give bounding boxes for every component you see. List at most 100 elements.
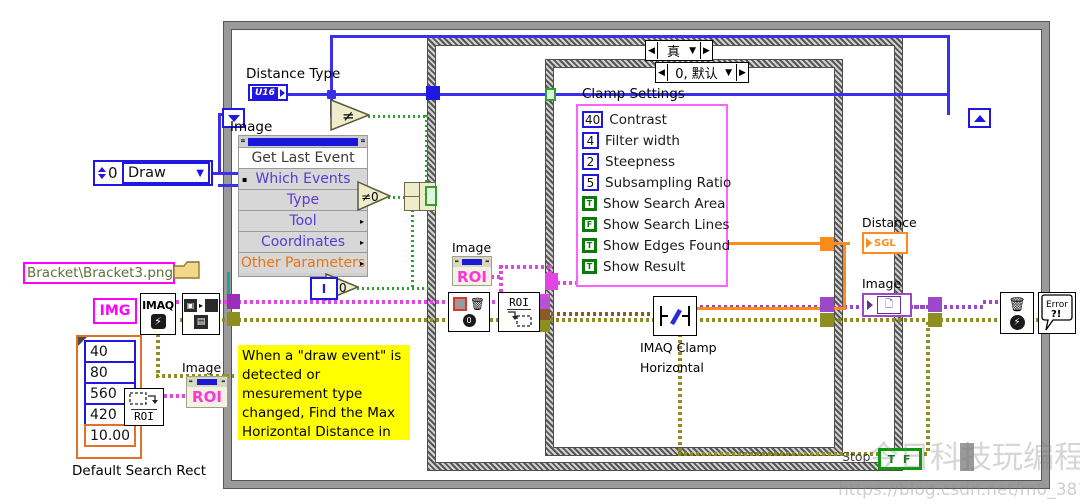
trash-icon: 🗑: [1008, 296, 1026, 313]
show-search-lines-label: Show Search Lines: [603, 216, 730, 233]
tunnel-olive-right[interactable]: [820, 313, 834, 327]
show-search-lines-toggle[interactable]: F: [582, 217, 597, 232]
contrast-label: Contrast: [609, 111, 667, 128]
event-menu-item[interactable]: Other Parameters ▸: [239, 252, 367, 273]
shift-register-right[interactable]: [968, 108, 991, 128]
subsampling-ratio-value[interactable]: 5: [582, 174, 599, 191]
clamp-settings-cluster[interactable]: 40 Contrast 4 Filter width 2 Steepness 5 Sub…: [576, 104, 731, 287]
bool-glyph: T: [584, 198, 595, 209]
tunnel-magenta-left[interactable]: [227, 294, 240, 309]
stepper-icon[interactable]: [97, 164, 107, 182]
cluster-item: T Show Search Area: [582, 193, 725, 214]
imaq-read-file-node[interactable]: ▣ ▸ ▤: [182, 293, 220, 335]
bool-glyph: F: [584, 219, 595, 230]
case-prev-arrow[interactable]: ◀: [646, 42, 658, 59]
clamp-node-caption-2: Horizontal: [640, 360, 704, 375]
file-path-text: Bracket\Bracket3.png: [27, 265, 174, 281]
array-element[interactable]: 40: [84, 340, 136, 363]
clamp-icon: [660, 306, 690, 326]
image-label-center: Image: [452, 240, 492, 255]
show-edges-found-toggle[interactable]: T: [582, 238, 597, 253]
chevron-right-icon: ▸: [359, 216, 364, 226]
imaq-text: IMAQ: [142, 299, 174, 312]
not-equal-node[interactable]: ≠: [330, 98, 372, 132]
distance-indicator[interactable]: SGL: [862, 232, 908, 254]
roi-terminal-center[interactable]: ⌗ ⌗ ROI: [452, 256, 492, 286]
case-selector-tunnel[interactable]: [425, 186, 437, 206]
event-menu-item-label: Other Parameters: [240, 255, 366, 271]
filter-width-value[interactable]: 4: [582, 132, 599, 149]
event-menu-item-label: Type: [286, 192, 320, 208]
chevron-up-icon: [973, 114, 986, 122]
roi-construct-node[interactable]: ROI: [124, 388, 164, 426]
menu-titlebar-fill: [247, 137, 359, 146]
imaq-create-node[interactable]: IMAQ ⚡: [140, 293, 176, 335]
imaq-roi-to-rect-node[interactable]: ROI: [498, 292, 540, 332]
file-path-constant[interactable]: Bracket\Bracket3.png: [23, 262, 175, 284]
tunnel-purple-right[interactable]: [820, 297, 834, 312]
tunnel-blue-outer[interactable]: [426, 86, 440, 100]
case-next-arrow[interactable]: ▶: [700, 42, 712, 59]
image-indicator[interactable]: 🗋: [862, 293, 912, 317]
img-label-constant[interactable]: IMG: [93, 298, 137, 324]
inner-case-selector[interactable]: ◀ 0, 默认 ▼ ▶: [655, 62, 749, 83]
steepness-value[interactable]: 2: [582, 153, 599, 170]
error-dialog-icon: Error ?!: [1041, 294, 1073, 331]
event-menu-item[interactable]: Tool ▸: [239, 210, 367, 231]
rect-to-roi-icon: [129, 392, 158, 405]
show-search-area-toggle[interactable]: T: [582, 196, 597, 211]
boolean-constant[interactable]: I: [310, 277, 338, 300]
not-equal-zero-node[interactable]: ≠0: [357, 180, 392, 212]
event-menu-item[interactable]: Get Last Event: [239, 147, 367, 168]
wire-roi-right: [499, 265, 551, 269]
case-label-outer: 真: [667, 45, 681, 60]
chevron-right-icon: ▸: [359, 258, 364, 268]
tunnel-orange-left[interactable]: [820, 237, 834, 251]
u16-type-badge: U16: [252, 86, 278, 99]
case-prev-arrow-inner[interactable]: ◀: [656, 64, 668, 81]
tunnel-olive-left[interactable]: [227, 312, 240, 326]
comment-text: When a "draw event" is detected or mesur…: [242, 348, 402, 440]
tunnel-magenta-outer[interactable]: [545, 273, 558, 290]
event-menu[interactable]: ⌗ ⌗ Get Last Event ▪ Which Events Type ▸…: [238, 135, 368, 277]
tunnel-olive-right2[interactable]: [928, 313, 942, 327]
distance-type-terminal[interactable]: U16: [248, 84, 288, 101]
disk-to-image-icon: ▣ ▸: [183, 299, 218, 312]
menu-grip-icon: ⌗: [241, 137, 245, 145]
svg-text:≠0: ≠0: [361, 190, 379, 204]
measurement-type-enum[interactable]: 0 Draw ▼: [93, 160, 213, 186]
disk-icon: ▤: [194, 315, 208, 329]
wire-eq0-out: [357, 287, 429, 290]
wire-error-rail: [238, 318, 1038, 322]
tunnel-purple-right2[interactable]: [928, 297, 942, 312]
case-label-inner: 0, 默认: [675, 67, 718, 82]
roi-terminal-bottom[interactable]: ⌗ ⌗ ROI: [186, 376, 228, 408]
wire-neq-down: [425, 115, 428, 187]
event-menu-item[interactable]: Coordinates ▸: [239, 231, 367, 252]
build-path-icon[interactable]: [172, 258, 202, 284]
event-menu-item[interactable]: Type ▸: [239, 189, 367, 210]
imaq-clamp-horizontal-node[interactable]: [653, 296, 697, 336]
event-menu-item[interactable]: ▪ Which Events: [239, 168, 367, 189]
cluster-item: T Show Edges Found: [582, 235, 730, 256]
terminal-arrow-icon: [279, 88, 285, 97]
case-next-arrow-inner[interactable]: ▶: [736, 64, 748, 81]
array-element[interactable]: 10.00: [84, 424, 136, 447]
case-selector-tunnel-top[interactable]: [545, 88, 556, 101]
case-dropdown-arrow[interactable]: ▼: [689, 46, 700, 56]
contrast-value[interactable]: 40: [582, 111, 604, 128]
stop-label: Stop: [842, 449, 871, 464]
img-text: IMG: [99, 303, 131, 319]
imaq-dispose-node[interactable]: 🗑 ⚡: [1000, 292, 1034, 334]
cluster-item: T Show Result: [582, 256, 722, 277]
array-element[interactable]: 80: [84, 361, 136, 384]
outer-case-selector[interactable]: ◀ 真 ▼ ▶: [645, 40, 713, 61]
simple-error-handler-node[interactable]: Error ?!: [1038, 292, 1076, 334]
chevron-down-icon[interactable]: ▼: [196, 168, 208, 179]
imaq-clear-overlay-node[interactable]: 🗑 0: [448, 292, 490, 332]
wire-image-out-right2: [908, 305, 983, 309]
show-result-toggle[interactable]: T: [582, 259, 597, 274]
clamp-node-caption-1: IMAQ Clamp: [640, 340, 717, 355]
roi-node-label: ROI: [131, 409, 157, 423]
case-dropdown-arrow-inner[interactable]: ▼: [725, 68, 736, 78]
